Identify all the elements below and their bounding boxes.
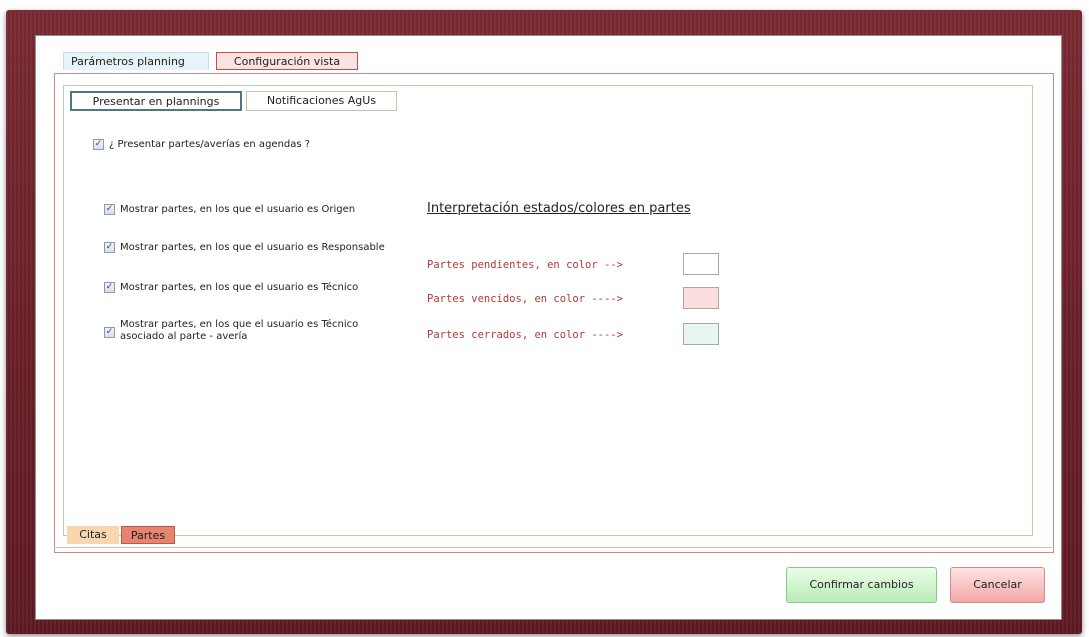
- checkbox-origin[interactable]: ✓: [104, 204, 115, 215]
- checkbox-origin-label: Mostrar partes, en los que el usuario es…: [120, 204, 356, 215]
- subtab-notifications[interactable]: Notificaciones AgUs: [246, 91, 397, 111]
- overdue-color-swatch[interactable]: [683, 287, 719, 309]
- cancel-button[interactable]: Cancelar: [950, 567, 1045, 603]
- pending-label: Partes pendientes, en color -->: [427, 259, 623, 271]
- tab-planning-params[interactable]: Parámetros planning: [63, 52, 209, 70]
- bottom-divider: [54, 547, 1052, 548]
- closed-label: Partes cerrados, en color ---->: [427, 329, 623, 341]
- checkbox-responsible-label: Mostrar partes, en los que el usuario es…: [120, 242, 385, 253]
- present-checkbox[interactable]: ✓: [93, 139, 104, 150]
- checkbox-associated-technician-label: Mostrar partes, en los que el usuario es…: [120, 319, 359, 342]
- closed-color-swatch[interactable]: [683, 323, 719, 345]
- checkbox-technician-label: Mostrar partes, en los que el usuario es…: [120, 282, 359, 293]
- present-panel: [63, 85, 1033, 536]
- tab-partes[interactable]: Partes: [121, 526, 175, 544]
- subtab-present-plannings[interactable]: Presentar en plannings: [70, 91, 242, 111]
- present-checkbox-label: ¿ Presentar partes/averías en agendas ?: [109, 139, 311, 150]
- legend-heading: Interpretación estados/colores en partes: [427, 201, 691, 216]
- checkbox-responsible[interactable]: ✓: [104, 242, 115, 253]
- tab-view-config[interactable]: Configuración vista: [216, 52, 358, 70]
- tab-citas[interactable]: Citas: [67, 526, 119, 544]
- pending-color-swatch[interactable]: [683, 253, 719, 275]
- checkbox-associated-technician[interactable]: ✓: [104, 327, 115, 338]
- confirm-changes-button[interactable]: Confirmar cambios: [786, 567, 937, 603]
- checkbox-technician[interactable]: ✓: [104, 282, 115, 293]
- overdue-label: Partes vencidos, en color ---->: [427, 293, 623, 305]
